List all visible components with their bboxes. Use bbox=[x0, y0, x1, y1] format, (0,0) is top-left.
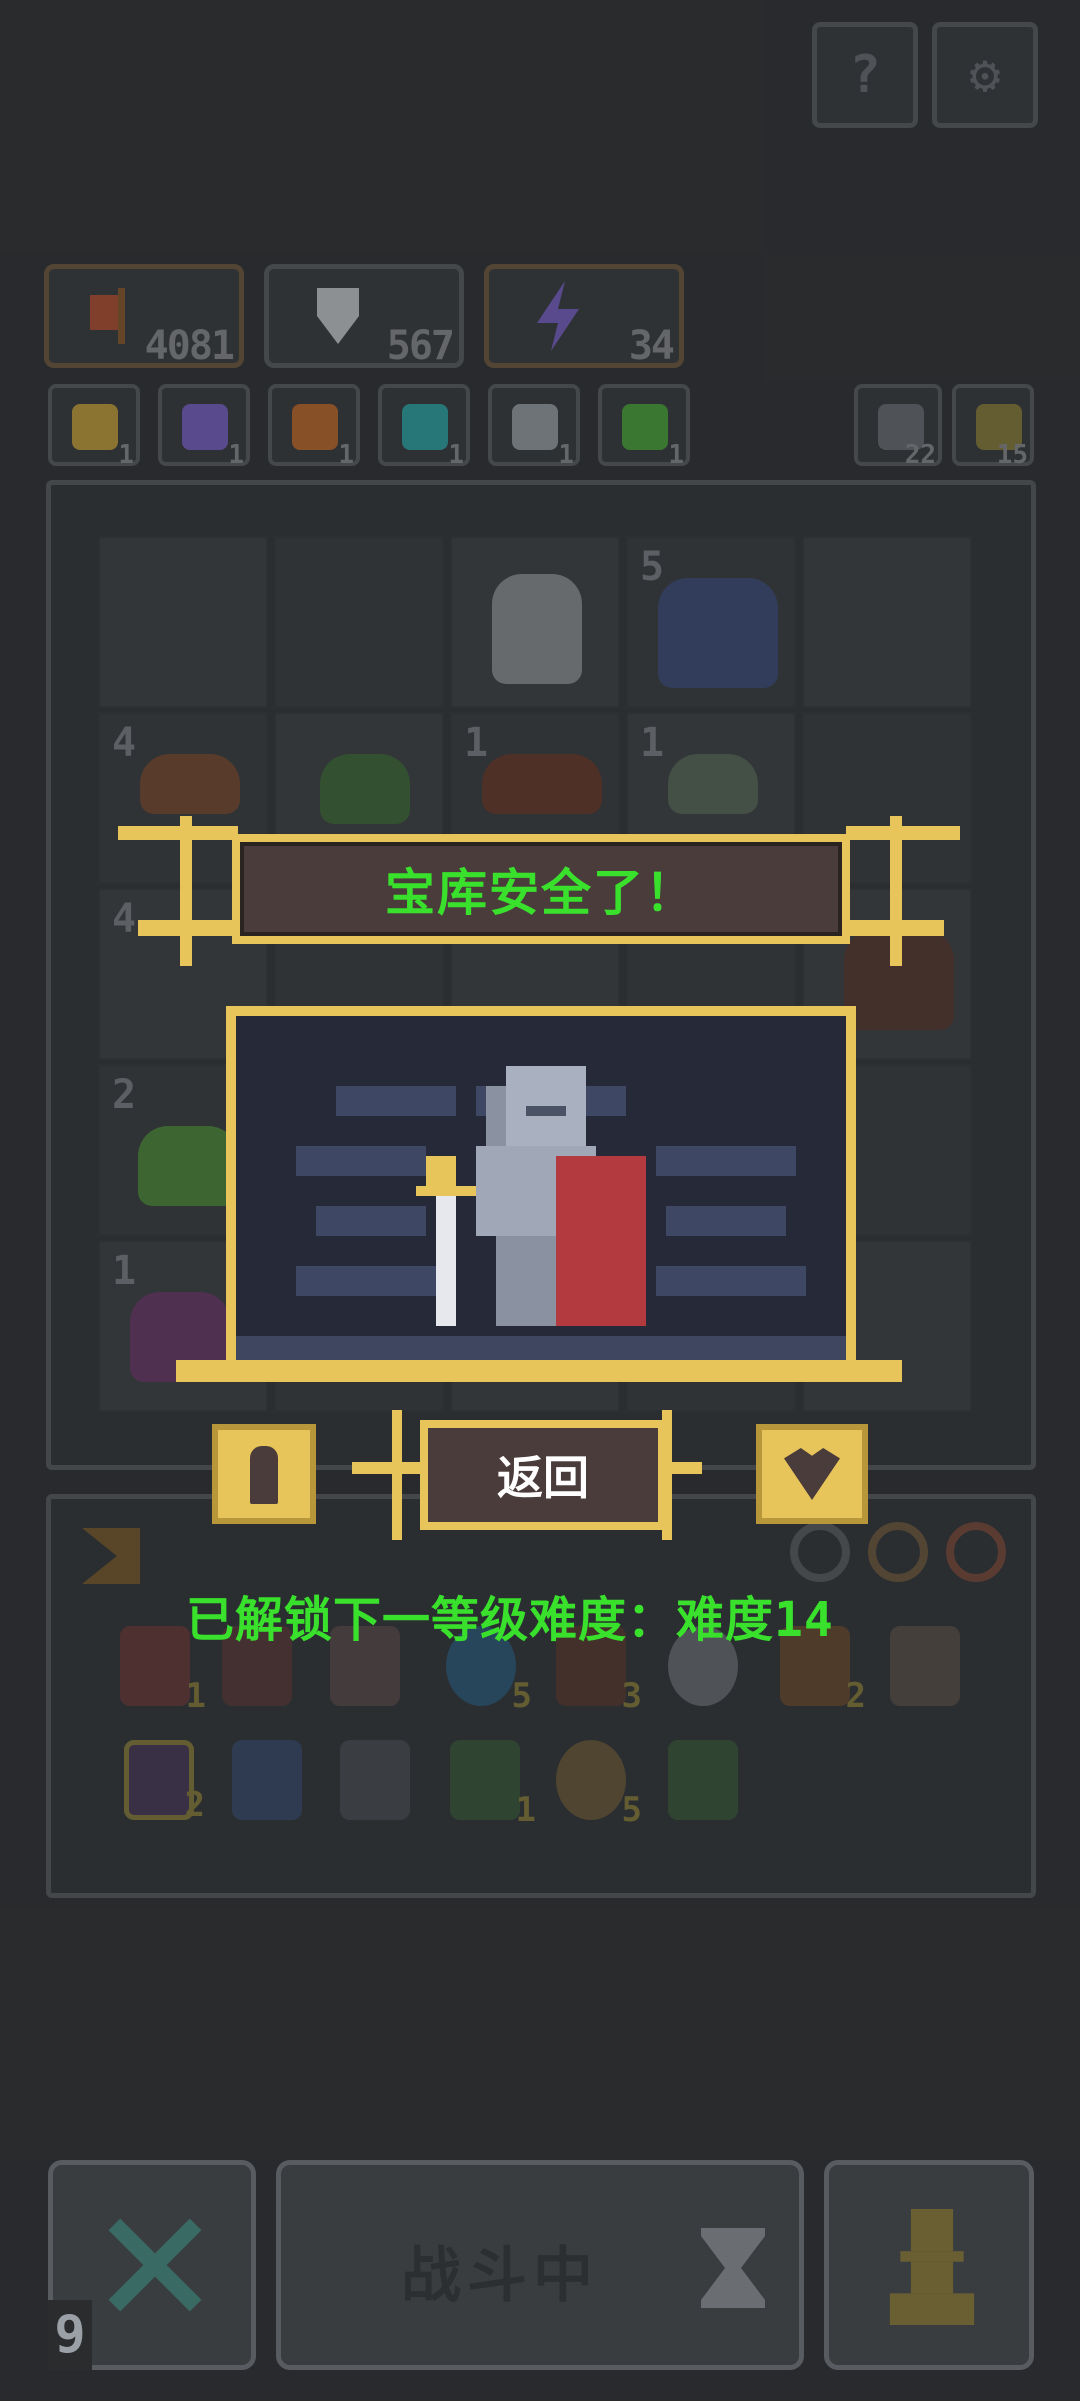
unlock-message: 已解锁下一等级难度：难度14 bbox=[186, 1592, 834, 1648]
hero-button[interactable] bbox=[824, 2160, 1034, 2370]
knight-scene bbox=[226, 1006, 856, 1370]
pawn-icon bbox=[250, 1446, 278, 1504]
banner-rail-left bbox=[118, 826, 238, 840]
banner-post-left bbox=[180, 816, 192, 966]
pawn-icon bbox=[889, 2209, 975, 2325]
banner-post-right bbox=[890, 816, 902, 966]
fight-status-button[interactable]: 战斗中 bbox=[276, 2160, 804, 2370]
knight-sprite bbox=[416, 1066, 646, 1326]
modal-title: 宝库安全了！ bbox=[385, 864, 697, 922]
banner-rail-right bbox=[846, 826, 960, 840]
return-post-right bbox=[662, 1410, 672, 1540]
turn-count: 9 bbox=[48, 2300, 92, 2370]
return-post-left bbox=[392, 1410, 402, 1540]
return-button[interactable]: 返回 bbox=[420, 1420, 666, 1530]
modal-title-banner: 宝库安全了！ bbox=[232, 834, 850, 944]
cross-icon bbox=[108, 2218, 202, 2312]
return-label: 返回 bbox=[497, 1451, 589, 1505]
fight-status-label: 战斗中 bbox=[401, 2241, 599, 2311]
hourglass-icon bbox=[701, 2228, 765, 2308]
pawn-button[interactable] bbox=[212, 1424, 316, 1524]
heart-gem-icon bbox=[784, 1448, 840, 1500]
heart-gem-button[interactable] bbox=[756, 1424, 868, 1524]
